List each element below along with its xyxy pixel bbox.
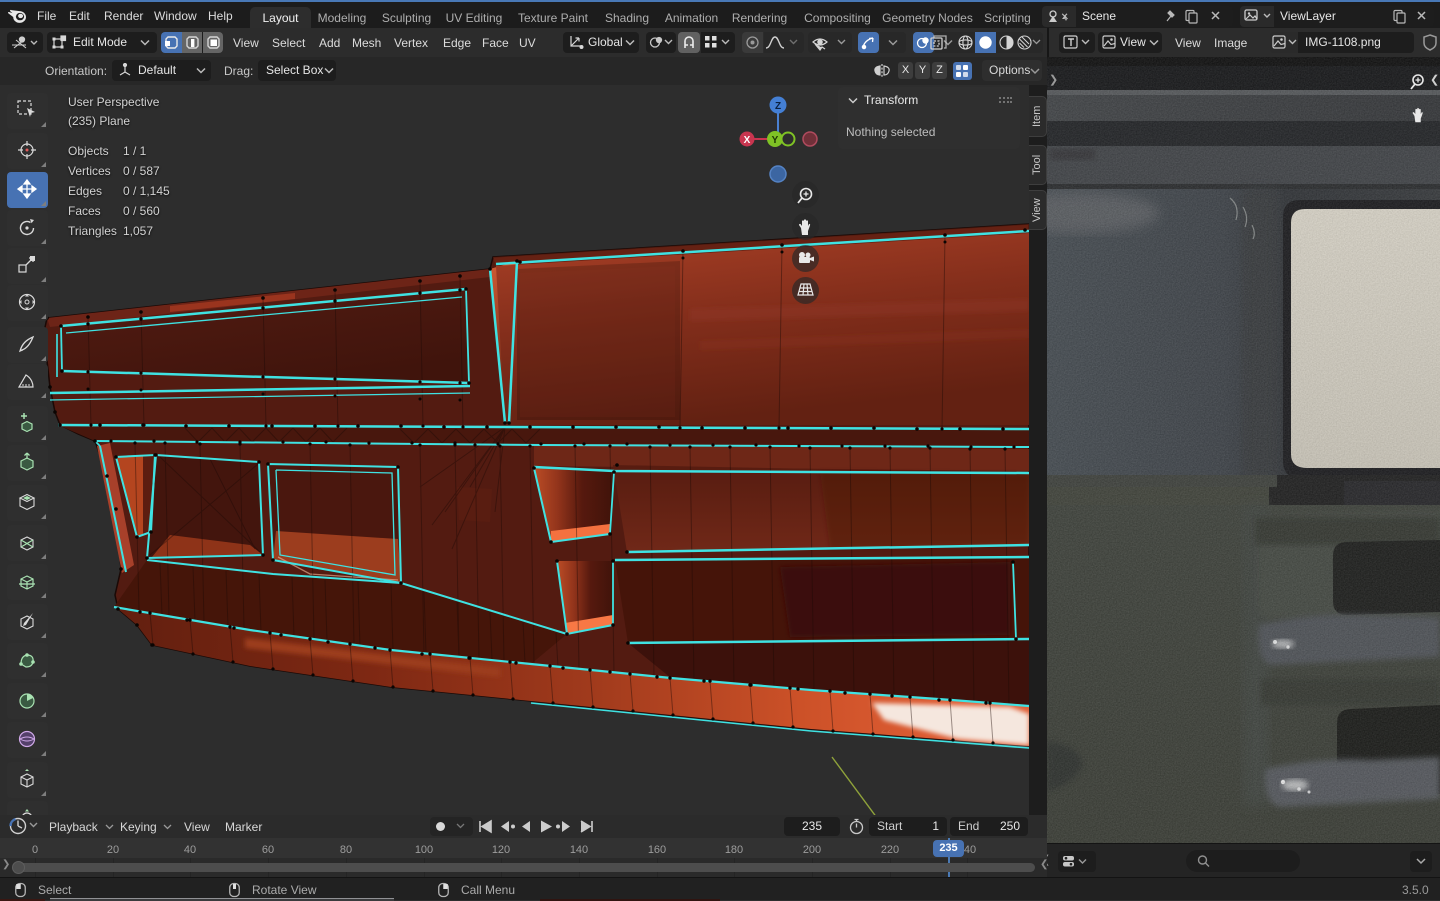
svg-text:X: X [744,135,751,146]
svg-text:Y: Y [772,135,779,146]
svg-text:Z: Z [775,101,781,112]
